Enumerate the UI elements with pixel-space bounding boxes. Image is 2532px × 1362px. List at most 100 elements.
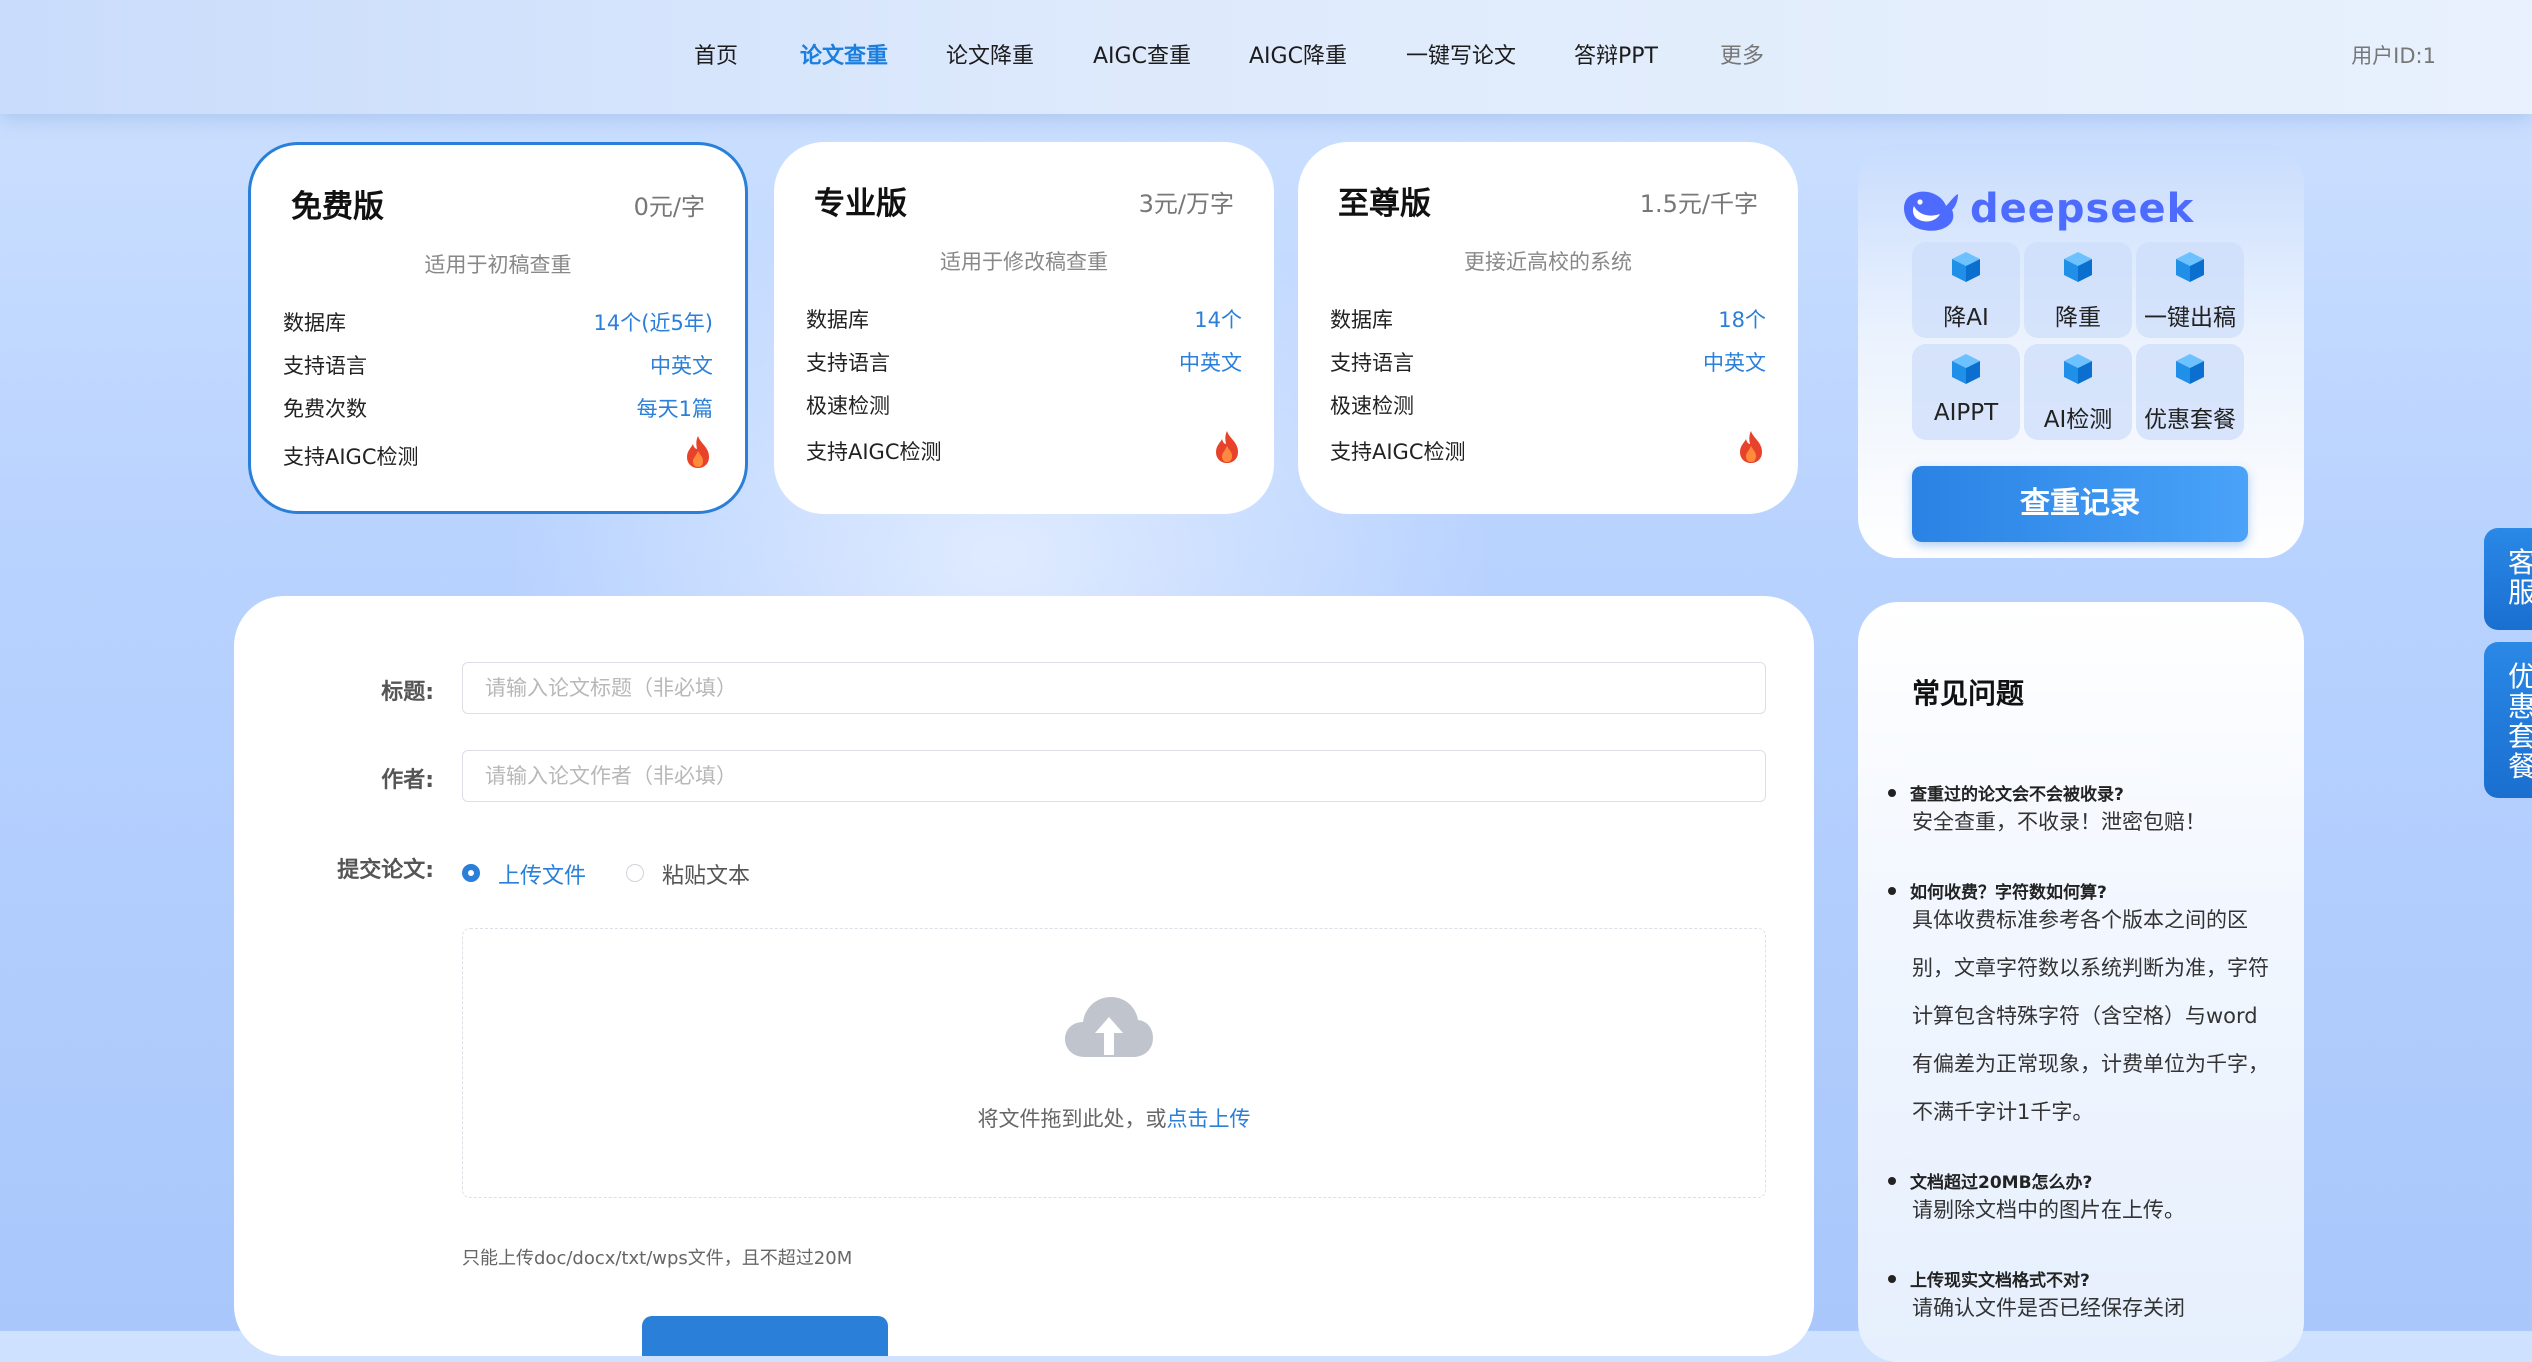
author-input[interactable] xyxy=(462,750,1766,802)
submission-form-card: 标题: 作者: 提交论文: 上传文件 粘贴文本 将文件拖到此处，或点击上传 只能… xyxy=(234,596,1814,1356)
nav-item-more[interactable]: 更多 xyxy=(1720,38,1764,70)
plan-row-value: 18个 xyxy=(1718,308,1766,332)
plan-description: 适用于修改稿查重 xyxy=(940,250,1108,274)
faq-answer: 具体收费标准参考各个版本之间的区别，文章字符数以系统判断为准，字符计算包含特殊字… xyxy=(1912,908,2269,1124)
plan-row-label: 支持AIGC检测 xyxy=(1330,440,1466,464)
deepseek-wordmark: deepseek xyxy=(1970,186,2195,232)
side-tab-label: 优惠套餐 xyxy=(2508,660,2532,783)
plan-row-value: 14个 xyxy=(1194,308,1242,332)
radio-label: 粘贴文本 xyxy=(662,864,751,889)
bullet-icon xyxy=(1888,1177,1896,1185)
plan-price: 0元/字 xyxy=(633,193,705,221)
radio-label: 上传文件 xyxy=(498,864,587,889)
plan-row: 支持AIGC检测 xyxy=(283,436,713,473)
top-nav-bar: 首页 论文查重 论文降重 AIGC查重 AIGC降重 一键写论文 答辩PPT 更… xyxy=(0,0,2532,114)
upload-hint: 只能上传doc/docx/txt/wps文件，且不超过20M xyxy=(462,1248,853,1269)
plan-description: 更接近高校的系统 xyxy=(1464,250,1632,274)
radio-unchecked-indicator xyxy=(626,864,644,882)
tool-tile-reduce-duplication[interactable]: 降重 xyxy=(2024,242,2132,338)
plan-row-label: 极速检测 xyxy=(1330,394,1414,418)
tool-tile-reduce-ai[interactable]: 降AI xyxy=(1912,242,2020,338)
upload-cloud-icon xyxy=(1065,997,1153,1057)
plan-row-value: 14个(近5年) xyxy=(593,311,713,335)
plan-row-value: 中英文 xyxy=(1179,351,1242,375)
tool-tile-label: 一键出稿 xyxy=(2144,305,2236,331)
author-label: 作者: xyxy=(381,768,434,793)
nav-item-rewrite[interactable]: 论文降重 xyxy=(946,38,1034,70)
cube-icon xyxy=(2176,252,2204,282)
nav-item-home[interactable]: 首页 xyxy=(694,38,738,70)
tool-tile-ai-detect[interactable]: AI检测 xyxy=(2024,344,2132,440)
faq-answer: 请剔除文档中的图片在上传。 xyxy=(1912,1198,2185,1222)
plan-row-label: 极速检测 xyxy=(806,394,890,418)
plan-price: 3元/万字 xyxy=(1138,190,1234,218)
nav-item-aigc-check[interactable]: AIGC查重 xyxy=(1093,38,1191,70)
cube-icon xyxy=(2064,354,2092,384)
title-label: 标题: xyxy=(381,680,434,705)
plan-row: 免费次数 每天1篇 xyxy=(283,393,713,425)
customer-service-tab[interactable]: 客服 xyxy=(2484,528,2532,630)
plan-row: 支持语言 中英文 xyxy=(283,350,713,382)
deepseek-tools-card: deepseek 降AI 降重 一键出稿 AIPPT AI检测 优惠套餐 查重记… xyxy=(1858,144,2304,558)
plan-row: 数据库 14个 xyxy=(806,304,1242,336)
bullet-icon xyxy=(1888,887,1896,895)
plan-row-label: 数据库 xyxy=(283,311,346,335)
submit-paper-label: 提交论文: xyxy=(337,858,434,883)
plan-row-label: 数据库 xyxy=(1330,308,1393,332)
cube-icon xyxy=(1952,354,1980,384)
plan-row-label: 支持语言 xyxy=(806,351,890,375)
plan-row: 极速检测 xyxy=(806,390,1242,422)
plan-row: 数据库 18个 xyxy=(1330,304,1766,336)
plan-card-free[interactable]: 免费版 0元/字 适用于初稿查重 数据库 14个(近5年) 支持语言 中英文 免… xyxy=(248,142,748,514)
file-drop-zone[interactable]: 将文件拖到此处，或点击上传 xyxy=(462,928,1766,1198)
bullet-icon xyxy=(1888,789,1896,797)
title-input[interactable] xyxy=(462,662,1766,714)
cube-icon xyxy=(1952,252,1980,282)
plan-row-label: 支持语言 xyxy=(1330,351,1414,375)
plan-row: 支持语言 中英文 xyxy=(1330,347,1766,379)
tool-tile-one-click-draft[interactable]: 一键出稿 xyxy=(2136,242,2244,338)
tool-tile-aippt[interactable]: AIPPT xyxy=(1912,344,2020,440)
nav-item-write-paper[interactable]: 一键写论文 xyxy=(1406,38,1516,70)
plan-row-label: 支持AIGC检测 xyxy=(806,440,942,464)
tool-tile-label: 降AI xyxy=(1943,305,1989,331)
tool-tile-label: 优惠套餐 xyxy=(2144,407,2236,433)
plan-row: 支持AIGC检测 xyxy=(806,431,1242,468)
submit-button[interactable] xyxy=(642,1316,888,1356)
click-upload-link[interactable]: 点击上传 xyxy=(1167,1107,1251,1131)
plan-row-label: 支持语言 xyxy=(283,354,367,378)
radio-upload-file[interactable]: 上传文件 xyxy=(462,858,602,889)
faq-card: 常见问题 查重过的论文会不会被收录? 安全查重，不收录！泄密包赔！ 如何收费？字… xyxy=(1858,602,2304,1362)
plan-row: 支持语言 中英文 xyxy=(806,347,1242,379)
plan-card-premium[interactable]: 至尊版 1.5元/千字 更接近高校的系统 数据库 18个 支持语言 中英文 极速… xyxy=(1298,142,1798,514)
plan-name: 免费版 xyxy=(291,189,384,225)
plan-row: 支持AIGC检测 xyxy=(1330,431,1766,468)
plan-row: 数据库 14个(近5年) xyxy=(283,307,713,339)
side-tab-label: 客服 xyxy=(2508,546,2532,609)
nav-item-plagiarism-check[interactable]: 论文查重 xyxy=(800,38,888,70)
plan-row-value: 中英文 xyxy=(650,354,713,378)
plan-row-label: 支持AIGC检测 xyxy=(283,445,419,469)
faq-title: 常见问题 xyxy=(1912,677,2025,710)
plan-row-label: 免费次数 xyxy=(283,397,367,421)
plan-row-label: 数据库 xyxy=(806,308,869,332)
nav-item-defense-ppt[interactable]: 答辩PPT xyxy=(1574,38,1658,70)
plan-row-value: 中英文 xyxy=(1703,351,1766,375)
tool-tile-label: AIPPT xyxy=(1933,400,1999,426)
plan-row: 极速检测 xyxy=(1330,390,1766,422)
user-id: 用户ID:1 xyxy=(2351,44,2436,68)
radio-checked-indicator xyxy=(462,864,480,882)
plan-name: 专业版 xyxy=(814,186,907,222)
plan-price: 1.5元/千字 xyxy=(1639,190,1758,218)
fire-icon xyxy=(687,436,709,468)
cube-icon xyxy=(2064,252,2092,282)
radio-paste-text[interactable]: 粘贴文本 xyxy=(626,858,766,889)
fire-icon xyxy=(1740,431,1762,463)
discount-package-tab[interactable]: 优惠套餐 xyxy=(2484,642,2532,798)
check-records-button[interactable]: 查重记录 xyxy=(1912,466,2248,542)
deepseek-whale-logo xyxy=(1904,191,1958,231)
plan-name: 至尊版 xyxy=(1338,186,1431,222)
tool-tile-discount-package[interactable]: 优惠套餐 xyxy=(2136,344,2244,440)
nav-item-aigc-rewrite[interactable]: AIGC降重 xyxy=(1249,38,1347,70)
plan-card-pro[interactable]: 专业版 3元/万字 适用于修改稿查重 数据库 14个 支持语言 中英文 极速检测… xyxy=(774,142,1274,514)
